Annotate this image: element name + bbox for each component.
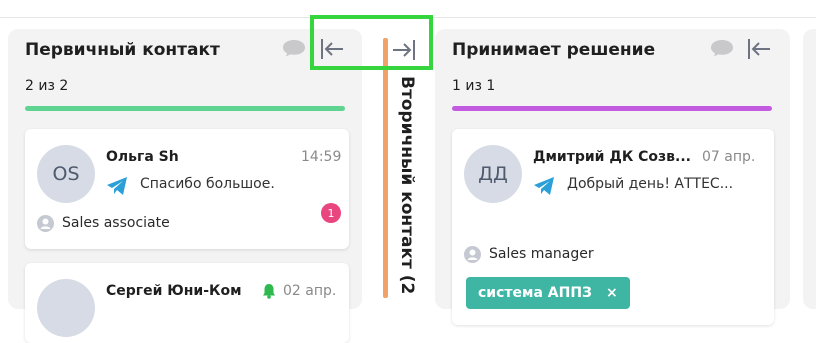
chat-bubble-icon[interactable] — [710, 39, 734, 57]
highlight-box — [310, 15, 433, 70]
deal-card[interactable]: ОS Ольга Sh 14:59 Спасибо большое. 1 Sal… — [25, 129, 349, 249]
message-time: 07 апр. — [702, 149, 756, 165]
close-icon[interactable]: × — [606, 285, 618, 301]
contact-name[interactable]: Дмитрий ДК Созв... — [533, 149, 691, 165]
chat-bubble-icon[interactable] — [282, 39, 306, 57]
pipeline-column-decision-maker: Принимает решение 1 из 1 ДД Дмитрий ДК С… — [435, 29, 790, 325]
last-message: Добрый день! АТТЕС... — [567, 176, 734, 192]
deal-card[interactable]: Сергей Юни-Ком 02 апр. — [25, 263, 349, 343]
responsible-role: Sales associate — [62, 215, 170, 231]
pipeline-column-primary-contact: Первичный контакт 2 из 2 ОS Ольга Sh 14:… — [8, 29, 362, 343]
unread-badge: 1 — [321, 203, 341, 223]
collapse-left-icon[interactable] — [746, 37, 772, 61]
person-icon — [464, 246, 481, 263]
message-time: 14:59 — [301, 149, 342, 165]
telegram-icon — [534, 177, 554, 195]
column-progress-bar — [25, 106, 345, 111]
message-time: 02 апр. — [283, 283, 337, 299]
next-column-edge — [803, 29, 816, 309]
avatar: ДД — [464, 145, 522, 203]
responsible-role: Sales manager — [489, 246, 594, 262]
collapsed-column-title: Вторичный контакт (2 — [397, 76, 417, 295]
telegram-icon — [107, 177, 127, 195]
tag-label: система АППЗ — [478, 285, 592, 301]
column-title: Первичный контакт — [25, 40, 220, 60]
person-icon — [37, 215, 54, 232]
bell-icon — [263, 284, 275, 299]
column-progress-bar — [452, 106, 772, 111]
last-message: Спасибо большое. — [140, 176, 275, 192]
deal-count: 1 из 1 — [452, 78, 496, 94]
contact-name[interactable]: Сергей Юни-Ком — [106, 283, 242, 299]
deal-tag[interactable]: система АППЗ × — [466, 277, 630, 309]
avatar — [37, 279, 95, 337]
deal-count: 2 из 2 — [25, 78, 69, 94]
contact-name[interactable]: Ольга Sh — [106, 149, 179, 165]
avatar: ОS — [37, 145, 95, 203]
column-title: Принимает решение — [452, 40, 656, 60]
column-color-stripe — [383, 38, 388, 298]
